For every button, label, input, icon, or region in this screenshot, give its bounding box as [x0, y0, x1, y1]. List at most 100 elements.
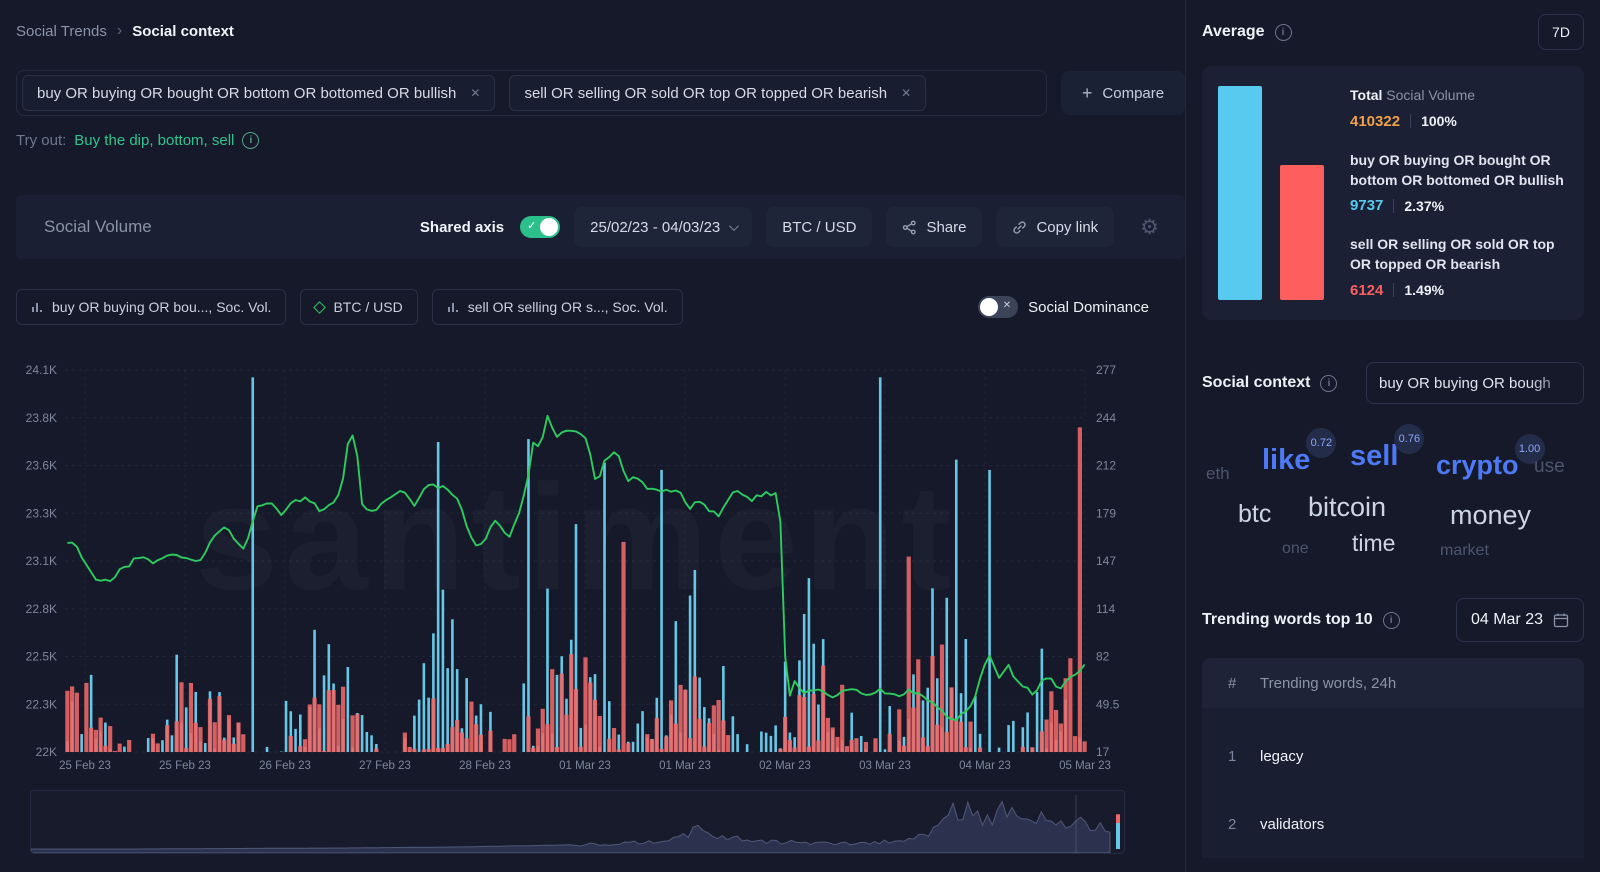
query-chip-buy[interactable]: buy OR buying OR bought OR bottom OR bot… [22, 75, 496, 111]
toggle-knob [980, 298, 999, 316]
remove-chip-icon[interactable]: ✕ [470, 86, 480, 100]
svg-text:114: 114 [1096, 602, 1115, 616]
legend-chip-sell-label: sell OR selling OR s..., Soc. Vol. [467, 299, 668, 315]
cloud-word[interactable]: time [1352, 530, 1395, 557]
buy-query-label: buy OR buying OR bought OR bottom OR bot… [1350, 151, 1564, 188]
asset-selector[interactable]: BTC / USD [766, 207, 873, 247]
svg-text:26 Feb 23: 26 Feb 23 [259, 760, 311, 772]
word-score-badge: 0.72 [1306, 428, 1337, 458]
average-card: Total Social Volume 410322 100% buy OR b… [1202, 66, 1584, 320]
svg-text:23.1K: 23.1K [26, 554, 57, 568]
shared-axis-toggle[interactable]: ✓ [520, 216, 561, 238]
divider [1393, 283, 1395, 298]
average-bars [1216, 86, 1324, 300]
trending-date-label: 04 Mar 23 [1470, 611, 1543, 628]
chart-toolbar: Social Volume Shared axis ✓ 25/02/23 - 0… [16, 195, 1185, 259]
cloud-word[interactable]: eth [1206, 464, 1230, 484]
svg-text:24.1K: 24.1K [26, 363, 57, 377]
divider [1410, 114, 1412, 129]
table-header-row: # Trending words, 24h [1202, 658, 1584, 708]
cloud-word[interactable]: bitcoin [1308, 492, 1386, 523]
svg-text:22.3K: 22.3K [26, 697, 57, 711]
x-icon: ✕ [1002, 300, 1012, 311]
sell-percent: 1.49% [1404, 282, 1445, 299]
legend-row: buy OR buying OR bou..., Soc. Vol. BTC /… [16, 289, 1185, 325]
svg-text:22K: 22K [36, 745, 57, 759]
calendar-icon [1553, 613, 1569, 628]
tryout-label: Try out: [16, 132, 67, 149]
check-icon: ✓ [527, 220, 537, 232]
svg-text:82: 82 [1096, 650, 1110, 664]
cloud-word[interactable]: use [1534, 456, 1565, 478]
social-dominance-toggle[interactable]: ✕ [978, 296, 1019, 318]
buy-value-row: 9737 2.37% [1350, 197, 1566, 214]
trending-date-picker[interactable]: 04 Mar 23 [1455, 598, 1584, 642]
sell-value-row: 6124 1.49% [1350, 282, 1566, 299]
cloud-word[interactable]: like 0.72 [1262, 428, 1337, 477]
cloud-word[interactable]: one [1282, 540, 1309, 558]
chart-brush-area[interactable] [30, 790, 1125, 854]
gear-icon[interactable]: ⚙ [1140, 217, 1159, 238]
average-header: Average i 7D [1202, 14, 1584, 50]
info-icon[interactable]: i [242, 132, 260, 149]
info-icon[interactable]: i [1382, 611, 1400, 629]
svg-text:244: 244 [1096, 411, 1116, 425]
svg-text:49.5: 49.5 [1096, 697, 1120, 711]
tryout-link[interactable]: Buy the dip, bottom, sell [74, 132, 234, 149]
mini-bars-icon [447, 303, 458, 312]
svg-text:277: 277 [1096, 363, 1116, 377]
total-percent: 100% [1421, 113, 1457, 130]
right-sidebar: Average i 7D Total Social Volume 410322 … [1185, 0, 1600, 872]
cloud-word[interactable]: market [1440, 542, 1489, 560]
social-dominance-control: ✕ Social Dominance [978, 296, 1149, 318]
row-word: legacy [1260, 747, 1304, 765]
chart-title: Social Volume [44, 217, 152, 236]
svg-text:25 Feb 23: 25 Feb 23 [159, 760, 211, 772]
social-volume-chart[interactable]: 24.1K 277 23.8K 244 23.6K 212 23.3K 179 23.1K 147… [16, 349, 1125, 779]
tryout-row: Try out: Buy the dip, bottom, sell i [16, 132, 1185, 149]
row-word: validators [1260, 815, 1325, 833]
svg-text:01 Mar 23: 01 Mar 23 [659, 760, 711, 772]
query-input-container[interactable]: buy OR buying OR bought OR bottom OR bot… [16, 70, 1047, 116]
social-context-input[interactable]: buy OR buying OR bough [1366, 362, 1584, 404]
query-chip-sell[interactable]: sell OR selling OR sold OR top OR topped… [509, 75, 927, 111]
sell-query-label: sell OR selling OR sold OR top OR topped… [1350, 236, 1555, 273]
cloud-word[interactable]: btc [1238, 500, 1271, 529]
breadcrumb-social-trends[interactable]: Social Trends [16, 23, 107, 40]
chevron-down-icon [729, 220, 740, 231]
remove-chip-icon[interactable]: ✕ [901, 86, 911, 100]
cloud-word[interactable]: sell 0.76 [1350, 424, 1425, 473]
svg-text:212: 212 [1096, 459, 1116, 473]
date-range-picker[interactable]: 25/02/23 - 04/03/23 [574, 207, 753, 247]
copy-link-button[interactable]: Copy link [996, 207, 1115, 247]
mini-bars-icon [32, 303, 42, 312]
compare-button[interactable]: + Compare [1061, 71, 1185, 115]
table-row[interactable]: 2 validators [1202, 790, 1584, 858]
info-icon[interactable]: i [1320, 374, 1338, 392]
main-column: Social Trends › Social context buy OR bu… [0, 0, 1185, 872]
cloud-word[interactable]: money [1450, 500, 1531, 531]
svg-text:23.3K: 23.3K [26, 506, 57, 520]
average-bar-buy [1218, 86, 1262, 300]
copy-link-button-label: Copy link [1036, 218, 1099, 236]
query-chip-sell-label: sell OR selling OR sold OR top OR topped… [524, 84, 888, 102]
svg-text:05 Mar 23: 05 Mar 23 [1059, 760, 1111, 772]
period-7d-button[interactable]: 7D [1538, 14, 1584, 50]
share-button-label: Share [926, 218, 967, 236]
cloud-word[interactable]: crypto 1.00 [1436, 434, 1545, 481]
share-button[interactable]: Share [886, 207, 983, 247]
legend-chip-sell-volume[interactable]: sell OR selling OR s..., Soc. Vol. [431, 289, 683, 325]
toggle-knob [540, 218, 559, 236]
legend-chip-btc-usd[interactable]: BTC / USD [300, 289, 418, 325]
total-social-volume-label: Total Social Volume [1350, 87, 1476, 103]
info-icon[interactable]: i [1274, 23, 1292, 41]
svg-text:22.8K: 22.8K [26, 602, 57, 616]
main-chart-area[interactable]: 24.1K 277 23.8K 244 23.6K 212 23.3K 179 23.1K 147… [16, 349, 1185, 784]
table-row[interactable]: 1 legacy [1202, 722, 1584, 790]
svg-text:25 Feb 23: 25 Feb 23 [59, 760, 111, 772]
total-value: 410322 [1350, 112, 1401, 130]
svg-text:23.6K: 23.6K [26, 459, 57, 473]
brush-preview-chart[interactable] [31, 791, 1124, 853]
legend-chip-buy-volume[interactable]: buy OR buying OR bou..., Soc. Vol. [16, 289, 287, 325]
words-column-header: Trending words, 24h [1260, 674, 1397, 692]
